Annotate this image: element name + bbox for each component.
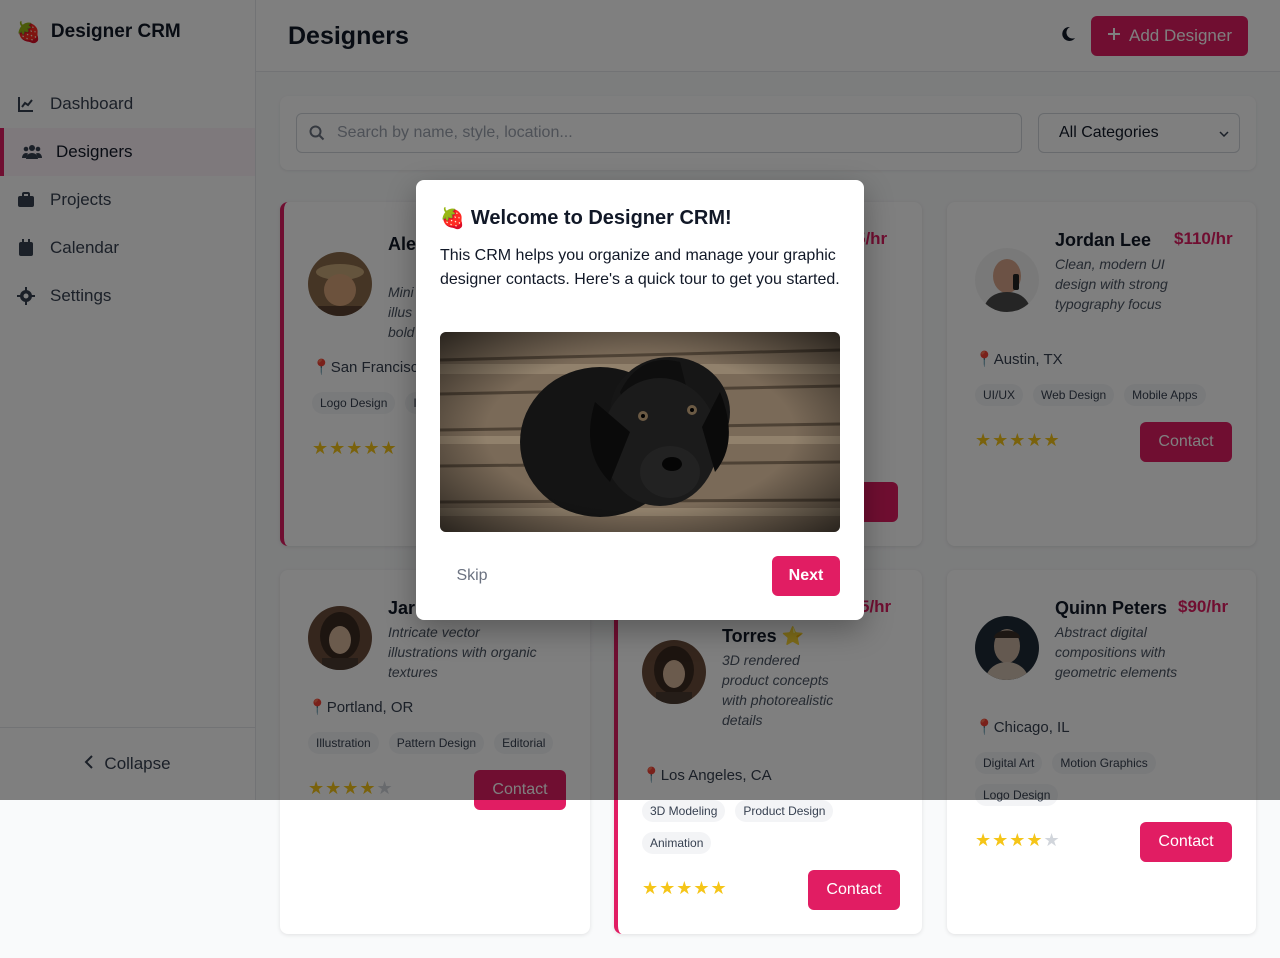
puppy-image	[440, 332, 840, 532]
contact-button[interactable]: Contact	[808, 870, 900, 910]
rating-stars: ★★★★★	[642, 878, 728, 898]
skip-button[interactable]: Skip	[440, 556, 504, 596]
contact-button[interactable]: Contact	[1140, 822, 1232, 862]
welcome-modal: 🍓 Welcome to Designer CRM! This CRM help…	[416, 180, 864, 620]
rating-stars: ★★★★★	[975, 830, 1061, 850]
tag: Product Design	[735, 800, 834, 822]
tag: 3D Modeling	[642, 800, 726, 822]
tag: Animation	[642, 832, 712, 854]
modal-body: This CRM helps you organize and manage y…	[440, 247, 840, 288]
strawberry-icon: 🍓	[440, 208, 465, 230]
modal-title: 🍓 Welcome to Designer CRM!	[440, 207, 732, 230]
next-button[interactable]: Next	[772, 556, 840, 596]
tag-list: 3D Modeling Product Design Animation	[642, 800, 892, 854]
